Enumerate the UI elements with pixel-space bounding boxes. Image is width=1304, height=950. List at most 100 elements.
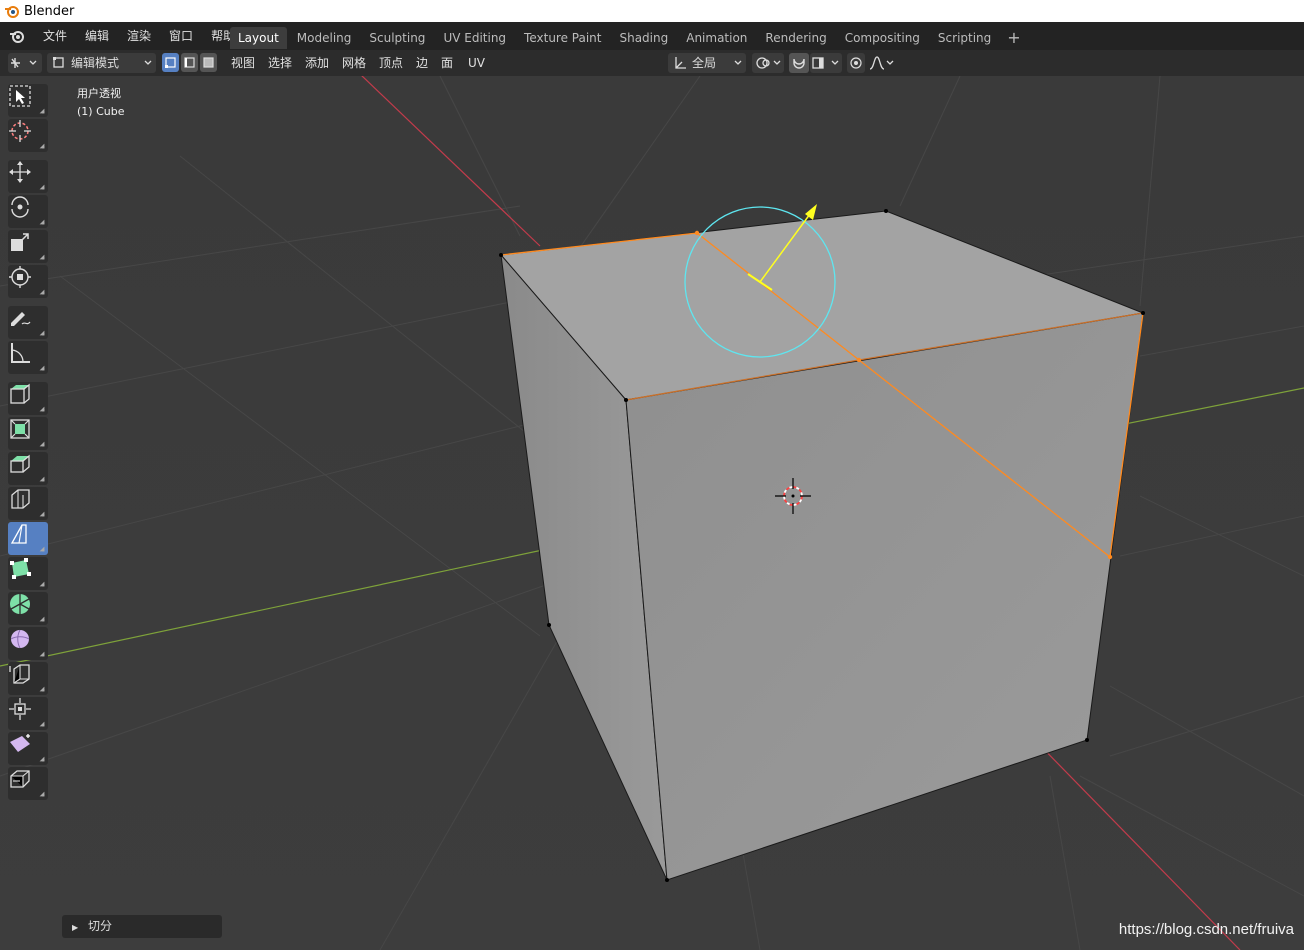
mode-label: 编辑模式 <box>71 56 120 70</box>
smooth-sphere-icon <box>10 629 30 649</box>
menu-face[interactable]: 面 <box>434 53 460 73</box>
pivot-point-dropdown[interactable] <box>752 53 784 73</box>
spin-icon <box>10 594 30 614</box>
expand-arrow-icon: ▶ <box>72 923 79 932</box>
window-title-bar: Blender <box>0 0 1304 22</box>
tab-texture-paint[interactable]: Texture Paint <box>516 27 609 49</box>
face-select-button[interactable] <box>200 53 217 72</box>
inset-faces-tool[interactable] <box>8 452 48 485</box>
operator-label: 切分 <box>87 919 112 933</box>
tab-scripting[interactable]: Scripting <box>930 27 999 49</box>
shear-icon <box>10 734 30 752</box>
tab-animation[interactable]: Animation <box>678 27 755 49</box>
window-title: Blender <box>24 3 75 19</box>
pivot-point-icon <box>756 57 781 69</box>
viewport-scene <box>0 76 1304 950</box>
blender-menu-icon[interactable] <box>0 28 34 44</box>
proportional-editing-icon <box>850 57 862 69</box>
transform-orientation-dropdown[interactable]: 全局 <box>668 53 746 73</box>
poly-build-tool[interactable] <box>8 557 48 590</box>
vertex-select-icon <box>165 57 176 68</box>
transform-icon <box>9 266 31 288</box>
blender-logo-icon <box>5 6 19 18</box>
pencil-icon <box>11 312 31 326</box>
knife-icon <box>10 524 27 544</box>
rotate-tool[interactable] <box>8 195 48 228</box>
menu-add[interactable]: 添加 <box>298 53 336 73</box>
cursor-icon <box>9 120 31 142</box>
knife-tool[interactable] <box>8 522 48 555</box>
select-box-icon <box>9 85 31 107</box>
chevron-down-icon <box>144 60 152 65</box>
shrink-fatten-tool[interactable] <box>8 697 48 730</box>
tab-layout[interactable]: Layout <box>230 27 287 49</box>
rotate-icon <box>11 196 29 218</box>
measure-tool[interactable] <box>8 341 48 374</box>
watermark-text: https://blog.csdn.net/fruiva <box>1118 921 1294 938</box>
edge-slide-icon <box>9 664 30 684</box>
menu-edit[interactable]: 编辑 <box>76 22 118 50</box>
select-box-tool[interactable] <box>8 84 48 117</box>
face-select-icon <box>203 57 214 68</box>
scale-tool[interactable] <box>8 230 48 263</box>
add-cube-icon <box>10 383 30 404</box>
shrink-fatten-icon <box>9 698 31 720</box>
menu-uv[interactable]: UV <box>461 53 492 73</box>
rip-region-icon <box>10 770 30 788</box>
mode-dropdown[interactable]: 编辑模式 <box>47 53 156 73</box>
snap-element-dropdown[interactable] <box>810 53 842 73</box>
shear-tool[interactable] <box>8 732 48 765</box>
move-tool[interactable] <box>8 160 48 193</box>
snap-toggle[interactable] <box>789 53 809 73</box>
edit-mode-icon <box>53 57 64 68</box>
tab-sculpting[interactable]: Sculpting <box>361 27 433 49</box>
bevel-icon <box>11 489 30 509</box>
tab-rendering[interactable]: Rendering <box>757 27 834 49</box>
menu-file[interactable]: 文件 <box>34 22 76 50</box>
proportional-editing-toggle[interactable] <box>847 53 865 73</box>
menu-vertex[interactable]: 顶点 <box>372 53 410 73</box>
view-name-label: 用户透视 <box>77 87 121 100</box>
transform-tool[interactable] <box>8 265 48 298</box>
vertex-select-button[interactable] <box>162 53 179 72</box>
edge-slide-tool[interactable] <box>8 662 48 695</box>
menu-render[interactable]: 渲染 <box>118 22 160 50</box>
move-icon <box>9 161 31 183</box>
workspace-tabs: Layout Modeling Sculpting UV Editing Tex… <box>230 27 1029 49</box>
viewport-header: 编辑模式 视图 选择 添加 网格 顶点 边 面 UV 全局 <box>0 50 1304 76</box>
editor-type-dropdown[interactable] <box>8 53 42 73</box>
extrude-icon <box>10 419 30 439</box>
chevron-down-icon <box>734 60 742 65</box>
orientation-axes-icon <box>675 57 686 69</box>
bevel-tool[interactable] <box>8 487 48 520</box>
annotate-tool[interactable] <box>8 306 48 339</box>
magnet-icon <box>793 58 805 69</box>
menu-mesh[interactable]: 网格 <box>335 53 373 73</box>
smooth-tool[interactable] <box>8 627 48 660</box>
edge-select-button[interactable] <box>181 53 198 72</box>
rip-region-tool[interactable] <box>8 767 48 800</box>
cursor-tool[interactable] <box>8 119 48 152</box>
menu-window[interactable]: 窗口 <box>160 22 202 50</box>
tab-compositing[interactable]: Compositing <box>837 27 928 49</box>
tab-modeling[interactable]: Modeling <box>289 27 360 49</box>
edge-select-icon <box>184 57 195 68</box>
menu-edge[interactable]: 边 <box>409 53 435 73</box>
3d-viewport[interactable]: 用户透视 (1) Cube ▶ 切分 <box>0 76 1304 950</box>
falloff-curve-icon <box>869 56 894 70</box>
last-operator-panel[interactable]: ▶ 切分 <box>62 915 222 938</box>
snap-increment-icon <box>812 57 839 69</box>
spin-tool[interactable] <box>8 592 48 625</box>
tab-shading[interactable]: Shading <box>611 27 676 49</box>
add-workspace-button[interactable]: + <box>1001 27 1026 49</box>
menu-view[interactable]: 视图 <box>224 53 262 73</box>
menu-select[interactable]: 选择 <box>261 53 299 73</box>
editor-type-icon <box>11 58 37 68</box>
inset-icon <box>10 454 30 473</box>
add-cube-tool[interactable] <box>8 382 48 415</box>
proportional-falloff-dropdown[interactable] <box>868 53 898 73</box>
ruler-icon <box>11 343 30 363</box>
extrude-region-tool[interactable] <box>8 417 48 450</box>
tab-uv-editing[interactable]: UV Editing <box>435 27 514 49</box>
scale-icon <box>11 233 29 251</box>
